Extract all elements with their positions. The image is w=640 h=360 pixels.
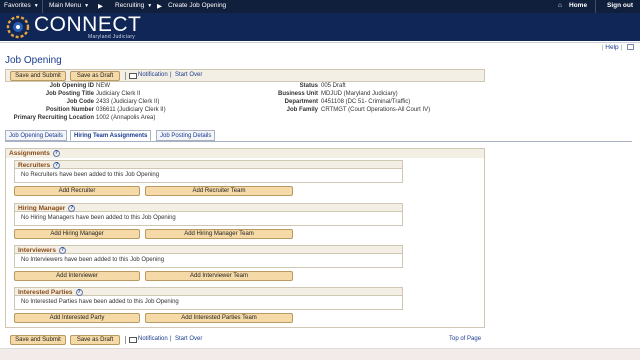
hiring-manager-header: Hiring Manager? [14,203,403,212]
home-icon[interactable]: ⌂ [558,2,562,9]
nav-divider [42,0,43,13]
interested-parties-empty-message: No Interested Parties have been added to… [14,296,403,310]
department-value: 0451108 (DC 51- Criminal/Traffic) [321,99,411,105]
sign-out-label: Sign out [607,2,633,9]
interested-parties-header: Interested Parties? [14,287,403,296]
page-footer [0,348,640,360]
notification-link[interactable]: Notification [138,72,168,78]
notification-link[interactable]: Notification [138,336,168,342]
job-family-value: CRTMGT (Court Operations-All Court IV) [321,107,431,113]
add-recruiter-button[interactable]: Add Recruiter [14,186,140,196]
job-family-label: Job Family [286,107,318,113]
toolbar-divider: | [170,72,172,78]
add-interested-party-button[interactable]: Add Interested Party [14,313,140,323]
help-icon[interactable]: ? [52,150,60,157]
save-as-draft-button[interactable]: Save as Draft [70,335,120,345]
status-label: Status [299,83,318,89]
help-divider: | [620,44,623,51]
add-interested-parties-team-button[interactable]: Add Interested Parties Team [145,313,293,323]
assignments-panel: Assignments? Recruiters? No Recruiters h… [5,148,485,328]
interviewers-empty-message: No Interviewers have been added to this … [14,254,403,268]
connect-logo-icon [6,15,30,39]
hiring-manager-empty-message: No Hiring Managers have been added to th… [14,212,403,226]
job-code-label: Job Code [66,99,94,105]
notification-icon[interactable] [129,73,137,79]
job-code-value: 2433 (Judiciary Clerk II) [96,99,160,105]
help-icon[interactable]: ? [58,247,66,254]
interviewers-header: Interviewers? [14,245,403,254]
bottom-toolbar: Save and Submit Save as Draft Notificati… [5,333,485,346]
caret-down-icon: ▼ [84,3,90,9]
breadcrumb-separator-icon: ▶ [98,3,103,10]
sign-out-link[interactable]: Sign out [607,2,633,9]
business-unit-label: Business Unit [277,91,318,97]
assignments-title: Assignments [9,150,50,158]
help-icon[interactable]: ? [68,205,76,212]
help-divider: | [601,44,604,51]
department-label: Department [284,99,318,105]
page-title: Job Opening [5,55,62,66]
recruiters-empty-message: No Recruiters have been added to this Jo… [14,169,403,183]
breadcrumb-create-job-opening[interactable]: Create Job Opening [168,2,226,9]
job-posting-title-value: Judiciary Clerk II [96,91,141,97]
favorites-label: Favorites [4,2,31,9]
breadcrumb-separator-icon: ▶ [157,3,162,10]
primary-recruiting-location-value: 1002 (Annapolis Area) [96,115,156,121]
add-hiring-manager-button[interactable]: Add Hiring Manager [14,229,140,239]
assignments-header: Assignments? [6,149,484,158]
home-link[interactable]: Home [569,2,587,9]
add-interviewer-button[interactable]: Add Interviewer [14,271,140,281]
breadcrumb-recruiting[interactable]: Recruiting ▼ [115,2,152,9]
start-over-link[interactable]: Start Over [175,72,202,78]
business-unit-value: MDJUD (Maryland Judiciary) [321,91,398,97]
job-opening-id-label: Job Opening ID [49,83,94,89]
save-and-submit-button[interactable]: Save and Submit [10,71,66,81]
caret-down-icon: ▼ [147,3,153,9]
tab-hiring-team-assignments[interactable]: Hiring Team Assignments [70,130,152,141]
breadcrumb-recruiting-label: Recruiting [115,2,145,9]
status-value: 005 Draft [321,83,346,89]
tab-job-posting-details[interactable]: Job Posting Details [156,130,216,141]
position-number-value: 036611 (Judiciary Clerk II) [96,107,166,113]
add-recruiter-team-button[interactable]: Add Recruiter Team [145,186,293,196]
toolbar-divider [125,336,126,344]
new-window-icon[interactable] [627,44,634,51]
main-menu[interactable]: Main Menu ▼ [49,2,89,9]
top-navigation: Favorites ▼ Main Menu ▼ ▶ Recruiting ▼ ▶ Cr… [0,0,640,13]
toolbar-divider [125,72,126,80]
help-icon[interactable]: ? [53,162,61,169]
tab-underline [5,141,632,142]
nav-divider [595,0,596,13]
recruiters-header: Recruiters? [14,160,403,169]
job-opening-id-value: NEW [96,83,110,89]
top-of-page-link[interactable]: Top of Page [449,336,481,342]
help-link[interactable]: Help [605,44,618,51]
add-hiring-manager-team-button[interactable]: Add Hiring Manager Team [145,229,293,239]
position-number-label: Position Number [45,107,94,113]
help-bar: | Help | [602,44,634,51]
job-opening-summary: Job Opening ID NEW Job Posting Title Jud… [5,83,485,127]
toolbar-divider: | [170,336,172,342]
top-toolbar: Save and Submit Save as Draft Notificati… [5,69,485,82]
save-and-submit-button[interactable]: Save and Submit [10,335,66,345]
app-banner: CONNECT Maryland Judiciary [0,13,640,41]
notification-icon[interactable] [129,337,137,343]
main-menu-label: Main Menu [49,2,82,9]
banner-strip [0,41,640,43]
save-as-draft-button[interactable]: Save as Draft [70,71,120,81]
tab-job-opening-details[interactable]: Job Opening Details [5,130,68,141]
add-interviewer-team-button[interactable]: Add Interviewer Team [145,271,293,281]
help-icon[interactable]: ? [75,289,83,296]
job-posting-title-label: Job Posting Title [45,91,94,97]
brand-subtitle: Maryland Judiciary [88,34,136,40]
home-label: Home [569,2,588,9]
start-over-link[interactable]: Start Over [175,336,202,342]
favorites-menu[interactable]: Favorites ▼ [4,2,39,9]
caret-down-icon: ▼ [33,3,39,9]
primary-recruiting-location-label: Primary Recruiting Location [13,115,94,121]
